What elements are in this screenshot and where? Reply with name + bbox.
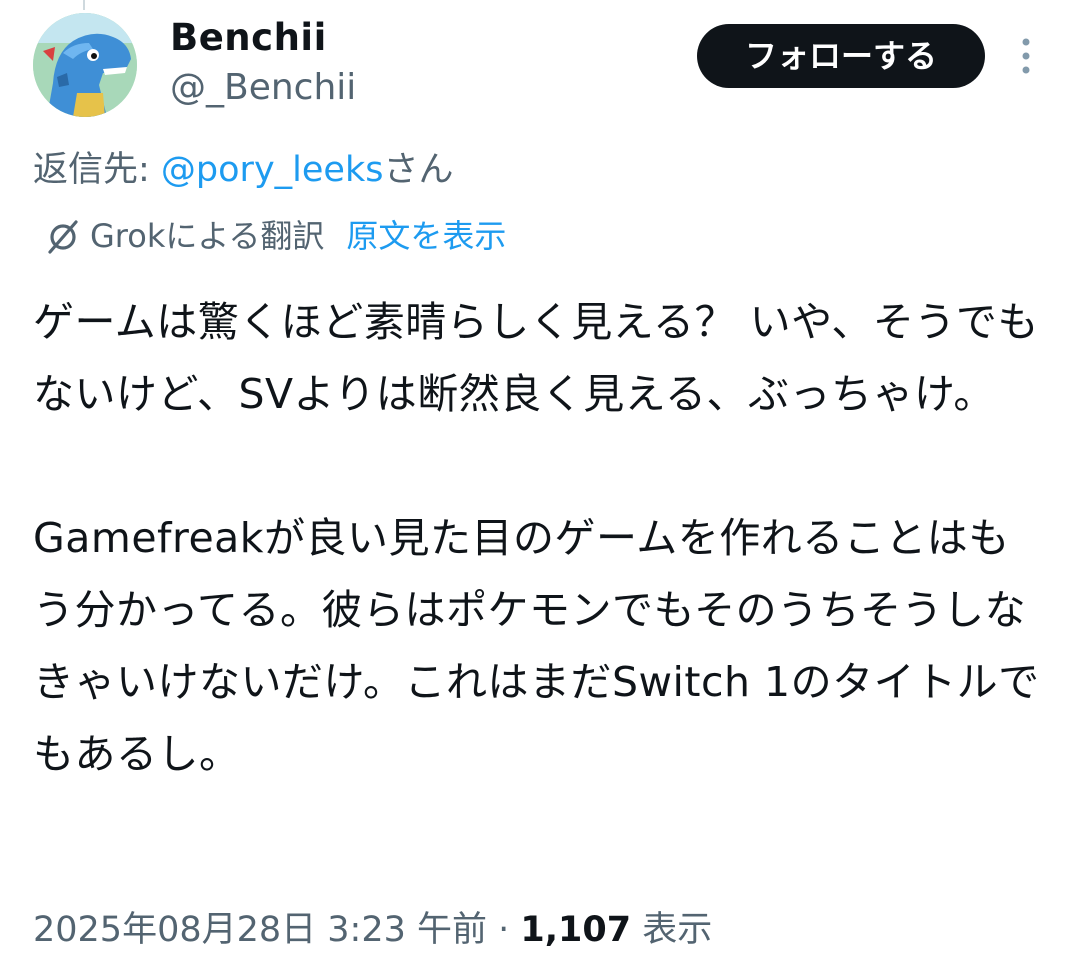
tweet-meta: 2025年08月28日 3:23 午前 · 1,107 表示 [33,904,712,956]
views-label: 表示 [631,910,713,950]
avatar[interactable] [33,13,137,117]
follow-button[interactable]: フォローする [697,24,985,88]
tweet-text: ゲームは驚くほど素晴らしく見える？ いや、そうでもないけど、SVよりは断然良く見… [33,298,1040,778]
show-original-link[interactable]: 原文を表示 [346,212,506,260]
avatar-image [33,13,137,117]
thread-connector-line [83,0,85,10]
reply-to-prefix: 返信先: [33,150,161,190]
views-count: 1,107 [520,910,632,950]
translate-icon [48,220,78,254]
translation-row: Grokによる翻訳 原文を表示 [44,212,506,260]
reply-to-suffix: さん [383,150,454,190]
reply-mention-link[interactable]: @pory_leeks [161,150,384,190]
author-handle[interactable]: @_Benchii [170,64,356,112]
translation-label: Grokによる翻訳 [90,217,325,255]
author-display-name[interactable]: Benchii [170,14,327,62]
meta-separator: · [487,910,521,950]
tweet-timestamp[interactable]: 2025年08月28日 3:23 午前 [33,910,487,950]
reply-to-line: 返信先: @pory_leeksさん [33,146,453,194]
more-options-icon[interactable] [1012,36,1040,76]
